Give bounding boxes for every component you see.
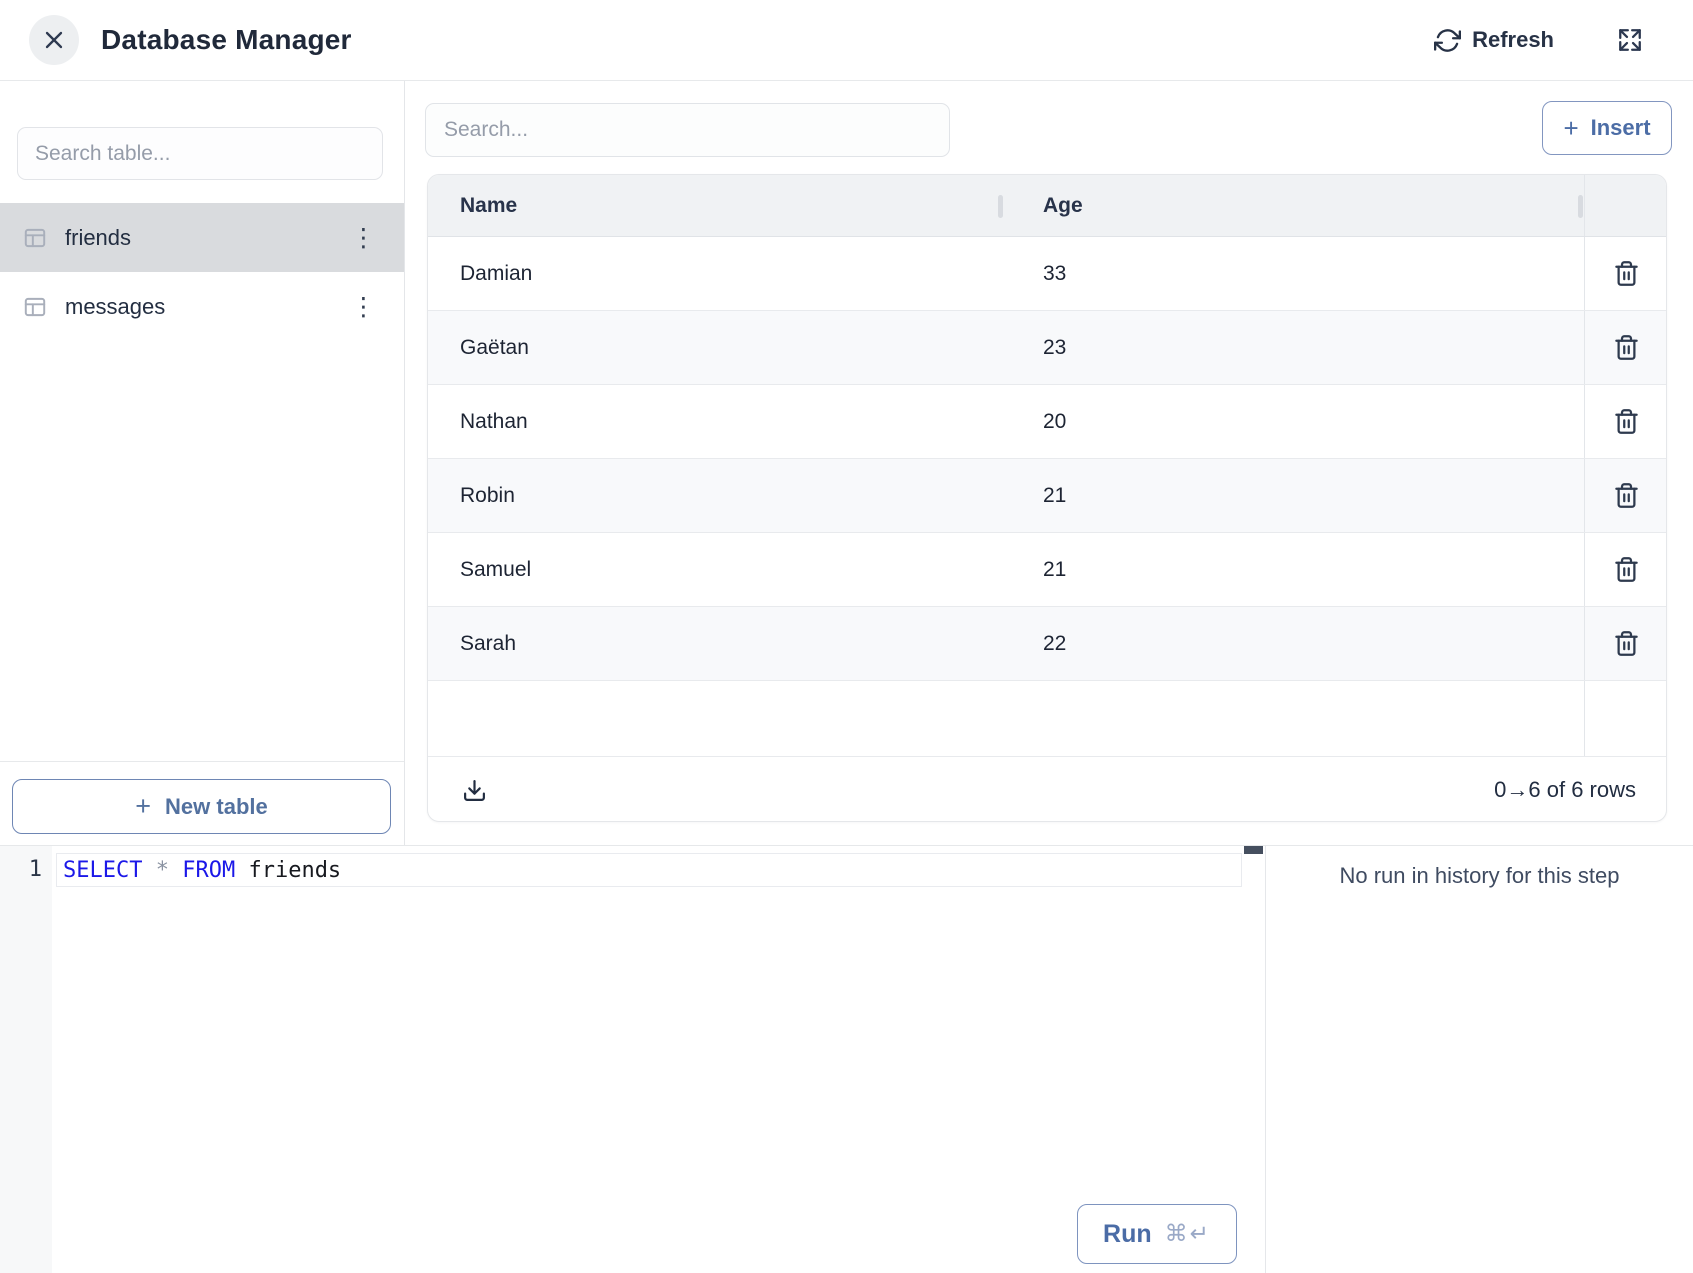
- code-line-content: SELECT * FROM friends: [63, 858, 341, 883]
- plus-icon: +: [1563, 115, 1578, 141]
- trash-icon: [1613, 482, 1640, 509]
- refresh-label: Refresh: [1472, 27, 1554, 53]
- insert-button[interactable]: + Insert: [1542, 101, 1672, 155]
- new-table-label: New table: [165, 794, 268, 820]
- column-resize-handle[interactable]: [1578, 195, 1583, 218]
- table-body: Damian 33 Gaëtan 23: [428, 237, 1666, 681]
- column-header-age[interactable]: Age: [1003, 175, 1584, 236]
- delete-row-button[interactable]: [1613, 482, 1640, 509]
- top-bar: Database Manager Refresh: [0, 0, 1693, 81]
- table-empty-space: [428, 681, 1666, 756]
- run-label: Run: [1103, 1220, 1152, 1249]
- editor-gutter: [0, 846, 52, 1273]
- table-row: Gaëtan 23: [428, 311, 1666, 385]
- history-empty-message: No run in history for this step: [1266, 863, 1693, 889]
- search-rows-input[interactable]: [425, 103, 950, 157]
- editor-scrollbar-thumb[interactable]: [1244, 846, 1263, 854]
- keyboard-shortcut-hint: ⌘↵: [1165, 1221, 1211, 1247]
- cell-age[interactable]: 22: [1003, 607, 1584, 680]
- cell-name[interactable]: Nathan: [428, 385, 1003, 458]
- new-table-button[interactable]: + New table: [12, 779, 391, 834]
- run-history-panel: No run in history for this step: [1265, 846, 1693, 1273]
- table-options-menu-button[interactable]: ⋮: [351, 294, 376, 319]
- cell-age[interactable]: 23: [1003, 311, 1584, 384]
- column-resize-handle[interactable]: [998, 195, 1003, 218]
- cell-name[interactable]: Damian: [428, 237, 1003, 310]
- sidebar-item-label: messages: [65, 294, 165, 320]
- plus-icon: +: [135, 793, 151, 820]
- column-header-name[interactable]: Name: [428, 175, 1003, 236]
- delete-row-button[interactable]: [1613, 630, 1640, 657]
- cell-age[interactable]: 20: [1003, 385, 1584, 458]
- delete-row-button[interactable]: [1613, 260, 1640, 287]
- sidebar: friends ⋮ messages ⋮ + New table: [0, 81, 405, 845]
- table-row: Sarah 22: [428, 607, 1666, 681]
- sidebar-item-messages[interactable]: messages ⋮: [0, 272, 404, 341]
- close-icon: [42, 28, 66, 52]
- trash-icon: [1613, 556, 1640, 583]
- table-icon: [22, 294, 48, 320]
- sidebar-item-label: friends: [65, 225, 131, 251]
- sidebar-item-friends[interactable]: friends ⋮: [0, 203, 404, 272]
- fullscreen-button[interactable]: [1617, 27, 1643, 53]
- delete-row-button[interactable]: [1613, 334, 1640, 361]
- table-icon: [22, 225, 48, 251]
- download-icon: [462, 778, 487, 803]
- line-number: 1: [0, 853, 42, 887]
- trash-icon: [1613, 408, 1640, 435]
- search-table-input[interactable]: [17, 127, 383, 180]
- cell-age[interactable]: 21: [1003, 459, 1584, 532]
- sidebar-footer: + New table: [0, 761, 404, 845]
- results-panel: + Insert Name Age Damian 33: [405, 81, 1693, 845]
- table-footer: 0→6 of 6 rows: [428, 756, 1666, 822]
- close-button[interactable]: [29, 15, 79, 65]
- delete-row-button[interactable]: [1613, 408, 1640, 435]
- cell-name[interactable]: Sarah: [428, 607, 1003, 680]
- run-query-button[interactable]: Run ⌘↵: [1077, 1204, 1237, 1264]
- refresh-button[interactable]: Refresh: [1434, 27, 1554, 54]
- table-row: Samuel 21: [428, 533, 1666, 607]
- column-header-actions: [1584, 175, 1667, 236]
- trash-icon: [1613, 260, 1640, 287]
- table-options-menu-button[interactable]: ⋮: [351, 225, 376, 250]
- table-list: friends ⋮ messages ⋮: [0, 203, 404, 341]
- database-manager-app: Database Manager Refresh: [0, 0, 1693, 1273]
- export-button[interactable]: [462, 778, 487, 803]
- page-title: Database Manager: [101, 24, 352, 56]
- cell-name[interactable]: Samuel: [428, 533, 1003, 606]
- trash-icon: [1613, 334, 1640, 361]
- rows-count-status: 0→6 of 6 rows: [1494, 777, 1636, 803]
- cell-age[interactable]: 21: [1003, 533, 1584, 606]
- top-bar-actions: Refresh: [1434, 27, 1693, 54]
- table-row: Robin 21: [428, 459, 1666, 533]
- active-code-line[interactable]: SELECT * FROM friends: [56, 853, 1242, 887]
- cell-age[interactable]: 33: [1003, 237, 1584, 310]
- table-header-row: Name Age: [428, 175, 1666, 237]
- cell-name[interactable]: Gaëtan: [428, 311, 1003, 384]
- table-row: Nathan 20: [428, 385, 1666, 459]
- insert-label: Insert: [1591, 115, 1651, 141]
- sql-editor[interactable]: 1 SELECT * FROM friends Run ⌘↵: [0, 846, 1243, 1273]
- table-row: Damian 33: [428, 237, 1666, 311]
- data-table-card: Name Age Damian 33: [427, 174, 1667, 822]
- expand-icon: [1617, 27, 1643, 53]
- trash-icon: [1613, 630, 1640, 657]
- query-section: 1 SELECT * FROM friends Run ⌘↵ No run in…: [0, 845, 1693, 1273]
- cell-name[interactable]: Robin: [428, 459, 1003, 532]
- delete-row-button[interactable]: [1613, 556, 1640, 583]
- refresh-icon: [1434, 27, 1461, 54]
